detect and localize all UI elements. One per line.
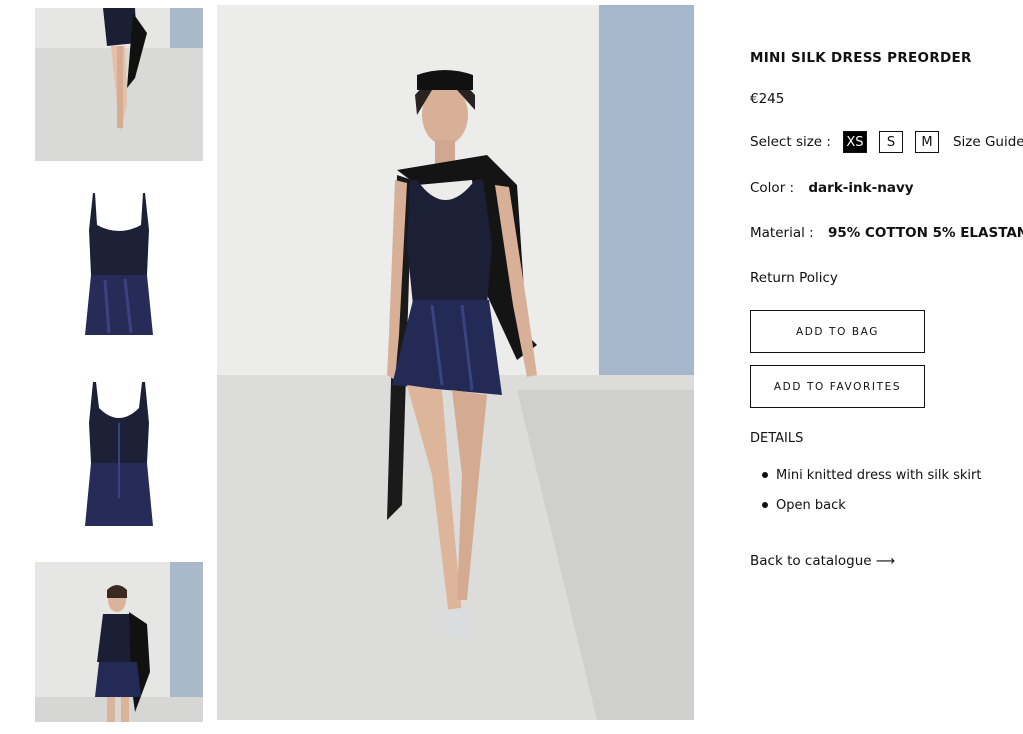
- list-item: Open back: [750, 490, 981, 520]
- runway-main-image: [217, 5, 694, 720]
- size-guide-link[interactable]: Size Guide: [953, 134, 1023, 150]
- product-price: €245: [750, 91, 785, 107]
- size-selector: Select size : XS S M Size Guide: [750, 131, 1023, 153]
- color-row: Color : dark-ink-navy: [750, 180, 914, 196]
- add-to-favorites-button[interactable]: ADD TO FAVORITES: [750, 365, 925, 408]
- detail-text: Open back: [776, 497, 846, 513]
- runway-thumbnail-image: [35, 8, 203, 161]
- runway-closeup-image: [35, 562, 203, 722]
- color-value: dark-ink-navy: [808, 180, 914, 196]
- size-option-m[interactable]: M: [914, 131, 939, 153]
- dress-front-image: [35, 175, 203, 350]
- size-option-s[interactable]: S: [878, 131, 903, 153]
- color-label: Color :: [750, 180, 795, 196]
- thumbnail-dress-front[interactable]: [35, 175, 203, 350]
- add-to-bag-button[interactable]: ADD TO BAG: [750, 310, 925, 353]
- details-heading: DETAILS: [750, 431, 804, 446]
- bullet-icon: [762, 472, 768, 478]
- product-title: MINI SILK DRESS PREORDER: [750, 50, 972, 66]
- material-value: 95% COTTON 5% ELASTANE: [827, 225, 1023, 241]
- bullet-icon: [762, 502, 768, 508]
- dress-back-image: [35, 368, 203, 543]
- details-list: Mini knitted dress with silk skirt Open …: [750, 460, 981, 520]
- thumbnail-dress-back[interactable]: [35, 368, 203, 543]
- size-label: Select size :: [750, 134, 831, 150]
- return-policy-link[interactable]: Return Policy: [750, 270, 838, 286]
- back-to-catalogue-link[interactable]: Back to catalogue ⟶: [750, 553, 895, 569]
- thumbnail-runway-2[interactable]: [35, 562, 203, 722]
- product-hero-image[interactable]: [217, 5, 694, 720]
- material-label: Material :: [750, 225, 814, 241]
- thumbnail-runway-1[interactable]: [35, 8, 203, 161]
- detail-text: Mini knitted dress with silk skirt: [776, 467, 982, 483]
- size-option-xs[interactable]: XS: [842, 131, 867, 153]
- list-item: Mini knitted dress with silk skirt: [750, 460, 981, 490]
- material-row: Material : 95% COTTON 5% ELASTANE: [750, 225, 1023, 241]
